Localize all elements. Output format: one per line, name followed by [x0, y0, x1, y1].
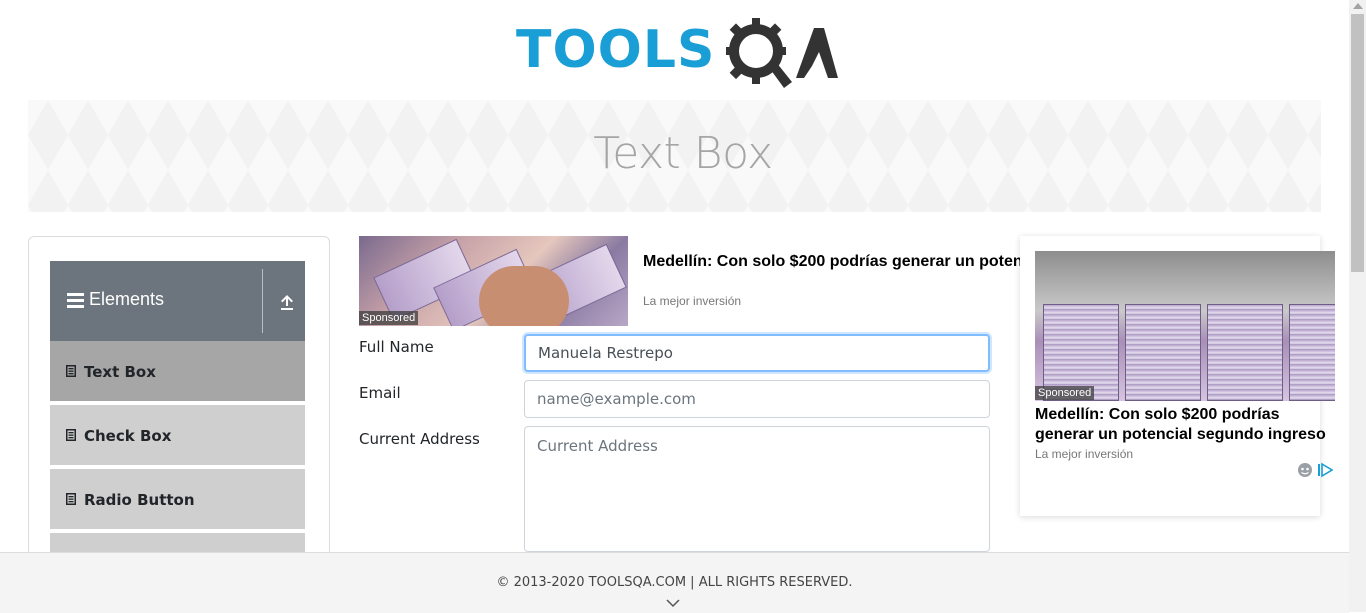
- page-title: Text Box: [593, 128, 773, 179]
- ad-source: La mejor inversión: [643, 294, 742, 308]
- current-address-input[interactable]: [524, 426, 990, 552]
- document-icon: [66, 365, 76, 377]
- sidebar-item-label: Radio Button: [84, 491, 195, 509]
- sidebar-item-check-box[interactable]: Check Box: [50, 405, 305, 467]
- ad-image-stack: [1207, 304, 1283, 401]
- sidebar-item-text-box[interactable]: Text Box: [50, 341, 305, 403]
- sponsored-label: Sponsored: [359, 311, 419, 325]
- ad-title-link[interactable]: Medellín: Con solo $200 podrías generar …: [643, 252, 1023, 272]
- sidebar-item-radio-button[interactable]: Radio Button: [50, 469, 305, 531]
- footer-copyright: © 2013-2020 TOOLSQA.COM | ALL RIGHTS RES…: [496, 575, 853, 590]
- scroll-up-icon[interactable]: [1353, 3, 1363, 9]
- sponsored-label: Sponsored: [1035, 386, 1095, 400]
- sidebar-item-partial[interactable]: [50, 533, 305, 552]
- ad-image[interactable]: [1035, 251, 1335, 401]
- ad-feedback-icon[interactable]: [1297, 462, 1313, 478]
- email-label: Email: [359, 384, 401, 402]
- sidebar-item-label: Text Box: [84, 363, 156, 381]
- sidebar-group-title: Elements: [89, 289, 165, 309]
- toolsqa-logo[interactable]: TOOLS: [516, 16, 838, 90]
- full-name-input[interactable]: [524, 334, 990, 372]
- ad-source: La mejor inversión: [1035, 447, 1134, 461]
- ad-image-hand: [479, 266, 569, 326]
- document-icon: [66, 429, 76, 441]
- logo-text: TOOLS: [516, 20, 716, 80]
- full-name-label: Full Name: [359, 338, 434, 356]
- ad-image-stack: [1125, 304, 1201, 401]
- upload-icon[interactable]: [278, 293, 296, 311]
- email-input[interactable]: [524, 380, 990, 418]
- current-address-label: Current Address: [359, 430, 480, 448]
- ad-title[interactable]: Medellín: Con solo $200 podrías generar …: [1035, 405, 1335, 445]
- ad-image-stack: [1289, 304, 1335, 401]
- footer: © 2013-2020 TOOLSQA.COM | ALL RIGHTS RES…: [0, 552, 1349, 613]
- document-icon: [66, 493, 76, 505]
- ad-title: Medellín: Con solo $200 podrías generar …: [643, 253, 1023, 270]
- sidebar-item-label: Check Box: [84, 427, 172, 445]
- menu-icon: [67, 293, 84, 308]
- adchoices-icon[interactable]: [1317, 462, 1333, 478]
- logo-gear-qa-icon: [726, 18, 838, 88]
- sidebar-group-elements[interactable]: Elements: [50, 261, 305, 341]
- scrollbar-thumb[interactable]: [1351, 14, 1364, 272]
- divider: [262, 269, 263, 333]
- chevron-down-icon[interactable]: [666, 599, 680, 608]
